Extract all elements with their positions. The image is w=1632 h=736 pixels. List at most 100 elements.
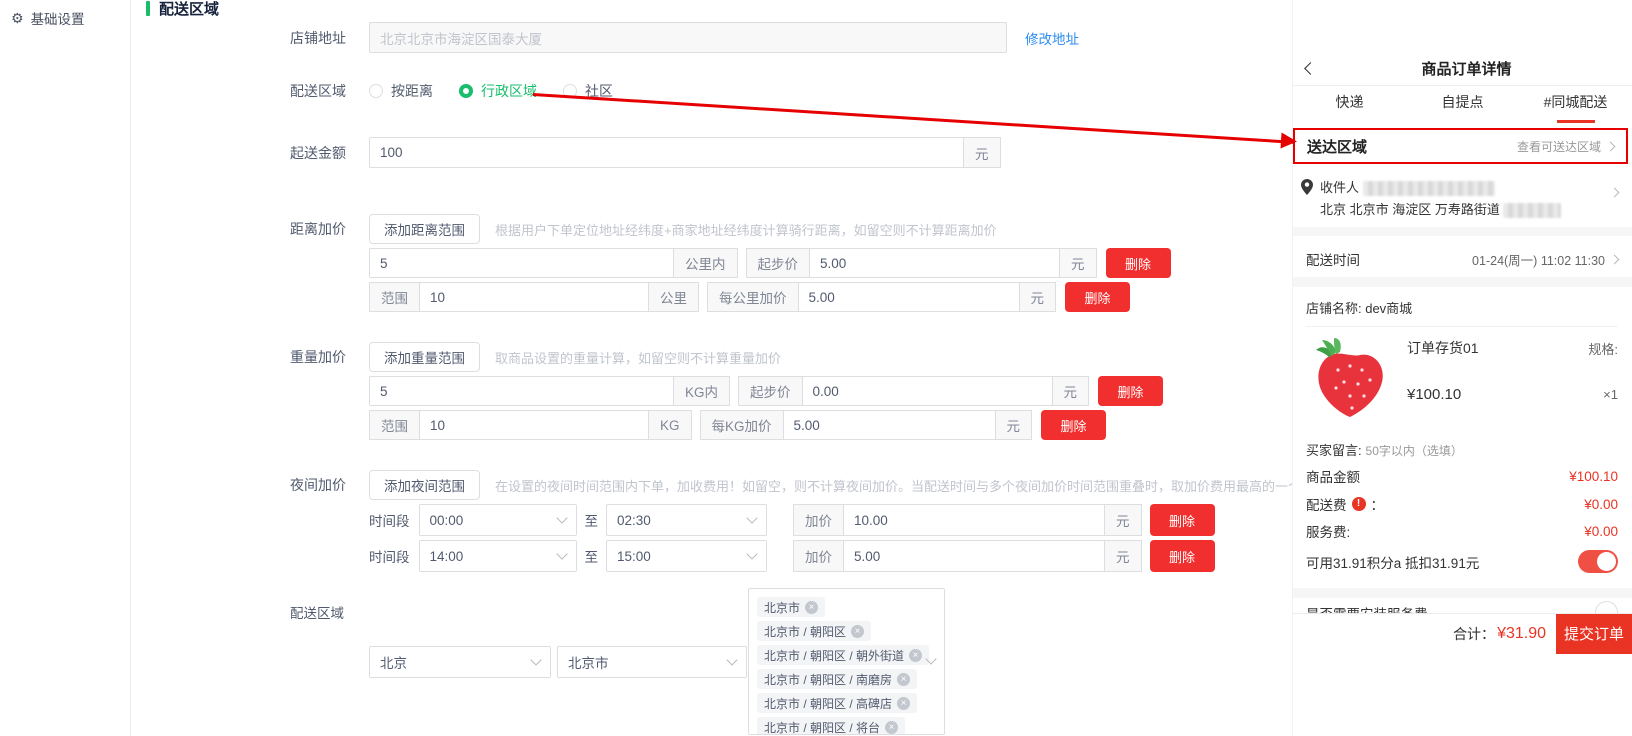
view-zone-link[interactable]: 查看可送达区域 xyxy=(1517,138,1614,155)
per-km-price-input[interactable] xyxy=(798,282,1020,312)
close-icon[interactable]: × xyxy=(897,673,910,686)
delete-button[interactable]: 删除 xyxy=(1098,376,1163,406)
night-label: 夜间加价 xyxy=(290,475,369,495)
close-icon[interactable]: × xyxy=(885,721,898,734)
base-price-label: 起步价 xyxy=(738,376,803,406)
radio-by-distance[interactable]: 按距离 xyxy=(369,83,433,99)
store-address-input[interactable] xyxy=(369,22,1007,53)
radio-selected-icon xyxy=(459,84,473,98)
base-price-label: 起步价 xyxy=(746,248,811,278)
distance-header-row: 距离加价 添加距离范围 根据用户下单定位地址经纬度+商家地址经纬度计算骑行距离，… xyxy=(290,214,1292,244)
distance-row-2: 范围 公里 每公里加价 元 删除 xyxy=(290,282,1292,312)
location-pin-icon xyxy=(1301,179,1313,195)
edit-address-link[interactable]: 修改地址 xyxy=(1025,28,1079,48)
preview-title: 商品订单详情 xyxy=(1315,58,1618,79)
area-type-row: 配送区域 按距离 行政区域 社区 xyxy=(290,83,1292,99)
chevron-right-icon xyxy=(1610,188,1620,198)
per-kg-price-input[interactable] xyxy=(783,410,996,440)
yuan-unit: 元 xyxy=(995,410,1033,440)
range-label: 范围 xyxy=(369,282,420,312)
delivery-time-value: 01-24(周一) 11:02 11:30 xyxy=(1472,250,1605,269)
distance-row-1: 公里内 起步价 元 删除 xyxy=(290,248,1292,278)
min-amount-unit: 元 xyxy=(963,137,1001,168)
store-address-row: 店铺地址 修改地址 xyxy=(290,22,1292,53)
delivery-zone-row[interactable]: 送达区域 查看可送达区域 xyxy=(1293,128,1628,164)
city-select[interactable]: 北京市 xyxy=(557,646,747,678)
yuan-unit: 元 xyxy=(1059,248,1097,278)
close-icon[interactable]: × xyxy=(851,625,864,638)
night-price-input[interactable] xyxy=(843,504,1105,536)
night-row-1: 时间段 00:00 至 02:30 加价 元 删除 xyxy=(290,504,1292,536)
delete-button[interactable]: 删除 xyxy=(1150,540,1215,572)
province-select[interactable]: 北京 xyxy=(369,646,551,678)
time-from-select[interactable]: 00:00 xyxy=(419,504,577,536)
tab-pickup[interactable]: 自提点 xyxy=(1406,92,1519,112)
region-label: 配送区域 xyxy=(290,602,344,622)
submit-order-button[interactable]: 提交订单 xyxy=(1556,614,1632,654)
radio-admin-region[interactable]: 行政区域 xyxy=(459,83,537,99)
close-icon[interactable]: × xyxy=(909,649,922,662)
sidebar-item-basic-settings[interactable]: ⚙ 基础设置 xyxy=(0,0,130,28)
product-item: 订单存货01 规格: ¥100.10 ×1 xyxy=(1306,338,1618,420)
chevron-down-icon xyxy=(530,654,541,665)
divider-band xyxy=(1293,588,1632,598)
delete-button[interactable]: 删除 xyxy=(1150,504,1215,536)
delete-button[interactable]: 删除 xyxy=(1065,282,1130,312)
delivery-tabs: 快递 自提点 #同城配送 xyxy=(1293,92,1632,112)
time-to-select[interactable]: 02:30 xyxy=(606,504,767,536)
region-tags-multiselect[interactable]: 北京市 × 北京市 / 朝阳区 × 北京市 / 朝阳区 / 朝外街道 × 北京市… xyxy=(748,588,945,735)
weight-label: 重量加价 xyxy=(290,347,369,367)
tab-local-delivery[interactable]: #同城配送 xyxy=(1519,92,1632,112)
total-value: ¥31.90 xyxy=(1497,625,1546,643)
buyer-note-row[interactable]: 买家留言: 50字以内（选填） xyxy=(1306,440,1618,459)
close-icon[interactable]: × xyxy=(897,697,910,710)
surcharge-label: 加价 xyxy=(793,504,844,536)
weight-base-price-input[interactable] xyxy=(802,376,1053,406)
time-to-select[interactable]: 15:00 xyxy=(606,540,767,572)
distance-range-unit: 公里 xyxy=(648,282,699,312)
delete-button[interactable]: 删除 xyxy=(1106,248,1171,278)
annotation-arrow-head xyxy=(1281,133,1298,150)
add-distance-range-button[interactable]: 添加距离范围 xyxy=(369,214,480,244)
points-label: 可用31.91积分a 抵扣31.91元 xyxy=(1306,552,1479,572)
info-icon[interactable]: ! xyxy=(1352,497,1366,511)
min-amount-input[interactable] xyxy=(369,137,964,168)
close-icon[interactable]: × xyxy=(805,601,818,614)
weight-header-row: 重量加价 添加重量范围 取商品设置的重量计算，如留空则不计算重量加价 xyxy=(290,342,1292,372)
points-row: 可用31.91积分a 抵扣31.91元 xyxy=(1306,550,1618,573)
distance-base-price-input[interactable] xyxy=(809,248,1060,278)
yuan-unit: 元 xyxy=(1104,540,1142,572)
section-accent-bar xyxy=(146,1,150,16)
section-header: 配送区域 xyxy=(146,0,219,19)
weight-hint: 取商品设置的重量计算，如留空则不计算重量加价 xyxy=(495,348,781,367)
delivery-settings-form: 配送区域 店铺地址 修改地址 配送区域 按距离 行政区域 社区 xyxy=(132,0,1292,736)
min-amount-row: 起送金额 元 xyxy=(290,137,1292,168)
weight-within-input[interactable] xyxy=(369,376,674,406)
range-label: 范围 xyxy=(369,410,420,440)
delivery-time-row[interactable]: 配送时间 01-24(周一) 11:02 11:30 xyxy=(1306,249,1618,269)
gear-icon: ⚙ xyxy=(11,11,24,25)
delivery-time-label: 配送时间 xyxy=(1306,249,1360,269)
to-word: 至 xyxy=(585,510,599,530)
tab-express[interactable]: 快递 xyxy=(1293,92,1406,112)
sidebar: ⚙ 基础设置 xyxy=(0,0,131,736)
recipient-row[interactable]: 收件人 北京 北京市 海淀区 万寿路街道 xyxy=(1301,177,1618,218)
time-from-select[interactable]: 14:00 xyxy=(419,540,577,572)
total-label: 合计： xyxy=(1453,624,1495,644)
yuan-unit: 元 xyxy=(1019,282,1057,312)
time-range-label: 时间段 xyxy=(369,510,410,530)
add-night-range-button[interactable]: 添加夜间范围 xyxy=(369,470,480,500)
delete-button[interactable]: 删除 xyxy=(1041,410,1106,440)
distance-range-input[interactable] xyxy=(419,282,649,312)
distance-within-input[interactable] xyxy=(369,248,674,278)
weight-range-input[interactable] xyxy=(419,410,649,440)
add-weight-range-button[interactable]: 添加重量范围 xyxy=(369,342,480,372)
points-toggle[interactable] xyxy=(1578,550,1618,573)
active-tab-underline xyxy=(1557,120,1595,123)
weight-range-unit: KG xyxy=(648,410,692,440)
amount-row-service-fee: 服务费: ¥0.00 xyxy=(1306,521,1618,541)
night-price-input[interactable] xyxy=(843,540,1105,572)
area-type-label: 配送区域 xyxy=(290,83,369,99)
region-tag: 北京市 / 朝阳区 / 朝外街道 × xyxy=(757,645,929,665)
night-hint: 在设置的夜间时间范围内下单，加收费用！如留空，则不计算夜间加价。当配送时间与多个… xyxy=(495,476,1292,495)
